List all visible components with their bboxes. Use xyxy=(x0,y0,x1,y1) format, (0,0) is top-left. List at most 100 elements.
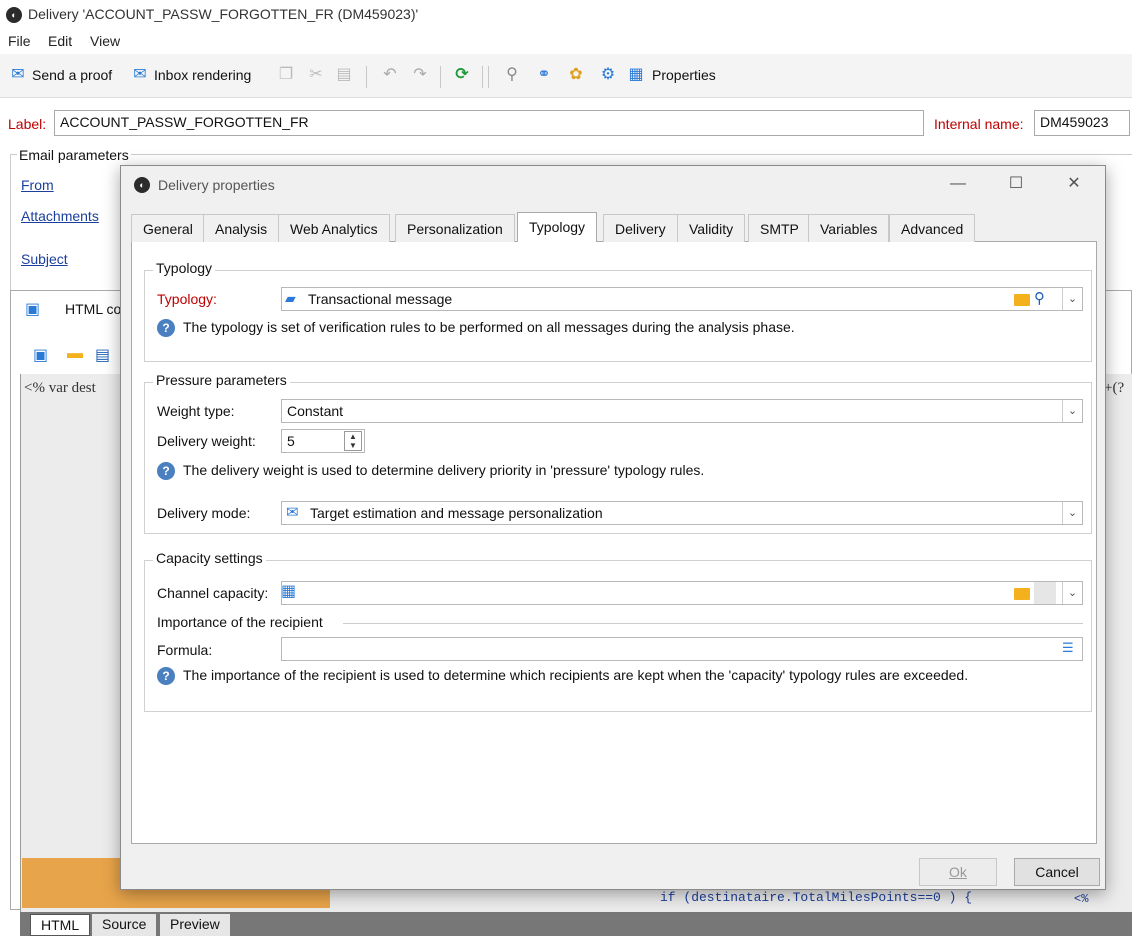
dialog-logo-icon: ◐ xyxy=(134,177,150,193)
close-icon[interactable]: ✕ xyxy=(1059,172,1089,196)
cancel-button[interactable]: Cancel xyxy=(1014,858,1100,886)
tracking-icon[interactable]: ⚙ xyxy=(598,65,618,85)
weight-type-select[interactable]: Constant ⌄ xyxy=(281,399,1083,423)
toolbar-separator xyxy=(488,66,489,88)
pressure-parameters-legend: Pressure parameters xyxy=(153,372,290,388)
tab-web-analytics[interactable]: Web Analytics xyxy=(278,214,390,242)
toolbar: ✉ Send a proof ✉ Inbox rendering ❐ ✂ ▤ ↶… xyxy=(0,54,1132,98)
menu-edit[interactable]: Edit xyxy=(48,33,72,49)
dialog-tab-bar: General Analysis Web Analytics Personali… xyxy=(131,212,1097,243)
refresh-icon[interactable]: ⟳ xyxy=(452,65,472,85)
chevron-down-icon[interactable]: ⌄ xyxy=(1062,582,1082,604)
help-icon: ? xyxy=(157,462,175,480)
delivery-weight-value: 5 xyxy=(287,433,295,449)
divider xyxy=(343,623,1083,624)
toolbar-separator xyxy=(366,66,367,88)
internal-name-caption: Internal name: xyxy=(934,116,1024,132)
weight-type-value: Constant xyxy=(287,403,344,419)
expression-editor-icon[interactable]: ☰ xyxy=(1062,640,1074,656)
tab-variables[interactable]: Variables xyxy=(808,214,890,242)
new-icon[interactable]: ▣ xyxy=(33,345,48,365)
main-title-bar: ◐ Delivery 'ACCOUNT_PASSW_FORGOTTEN_FR (… xyxy=(0,0,1132,30)
tab-typology[interactable]: Typology xyxy=(517,212,598,243)
html-content-icon: ▣ xyxy=(25,301,41,318)
redo-icon[interactable]: ↷ xyxy=(410,65,430,85)
chevron-down-icon[interactable]: ⌄ xyxy=(1062,400,1082,422)
importance-legend: Importance of the recipient xyxy=(157,614,323,630)
formula-help-text: The importance of the recipient is used … xyxy=(183,667,969,683)
search-icon[interactable]: ⚲ xyxy=(1034,289,1045,307)
envelope-icon: ✉ xyxy=(286,504,299,521)
folder-icon[interactable] xyxy=(1014,294,1030,306)
subject-link[interactable]: Subject xyxy=(21,251,68,267)
formula-label: Formula: xyxy=(157,642,213,658)
delivery-mode-select[interactable]: ✉ Target estimation and message personal… xyxy=(281,501,1083,525)
undo-icon[interactable]: ↶ xyxy=(380,65,400,85)
spinner-arrows-icon[interactable]: ▲ ▼ xyxy=(344,431,362,451)
window-title: Delivery 'ACCOUNT_PASSW_FORGOTTEN_FR (DM… xyxy=(28,6,419,22)
tab-source[interactable]: Source xyxy=(92,914,157,936)
folder-icon[interactable] xyxy=(1014,588,1030,600)
delivery-mode-label: Delivery mode: xyxy=(157,505,251,521)
help-icon: ? xyxy=(157,319,175,337)
maximize-icon[interactable]: ☐ xyxy=(1001,172,1031,196)
tab-smtp[interactable]: SMTP xyxy=(748,214,811,242)
ok-button[interactable]: Ok xyxy=(919,858,997,886)
typology-legend: Typology xyxy=(153,260,216,276)
from-link[interactable]: From xyxy=(21,177,54,193)
bottom-tab-bar: HTML Source Preview xyxy=(20,912,1132,936)
link-icon[interactable]: ⚭ xyxy=(534,65,554,85)
channel-capacity-select[interactable]: ⌄ xyxy=(281,581,1083,605)
typology-help-text: The typology is set of verification rule… xyxy=(183,319,795,335)
code-text: <% var dest xyxy=(24,380,96,396)
minimize-icon[interactable]: — xyxy=(943,172,973,196)
delivery-weight-stepper[interactable]: 5 ▲ ▼ xyxy=(281,429,365,453)
tab-analysis[interactable]: Analysis xyxy=(203,214,280,242)
chevron-down-icon[interactable]: ⌄ xyxy=(1062,288,1082,310)
label-input[interactable]: ACCOUNT_PASSW_FORGOTTEN_FR xyxy=(54,110,924,136)
tab-personalization[interactable]: Personalization xyxy=(395,214,515,242)
code-text-right: +(? xyxy=(1104,380,1125,396)
formula-input[interactable]: ☰ xyxy=(281,637,1083,661)
attachments-link[interactable]: Attachments xyxy=(21,208,99,224)
tab-general[interactable]: General xyxy=(131,214,205,242)
label-row: Label: ACCOUNT_PASSW_FORGOTTEN_FR Intern… xyxy=(0,106,1132,142)
weight-type-label: Weight type: xyxy=(157,403,235,419)
delivery-weight-help-text: The delivery weight is used to determine… xyxy=(183,462,705,478)
tab-preview[interactable]: Preview xyxy=(160,914,230,936)
toolbar-separator xyxy=(482,66,483,88)
chevron-down-icon[interactable]: ⌄ xyxy=(1062,502,1082,524)
channel-capacity-label: Channel capacity: xyxy=(157,585,269,601)
tab-delivery[interactable]: Delivery xyxy=(603,214,678,242)
paste-icon[interactable]: ▤ xyxy=(334,65,354,85)
internal-name-input[interactable]: DM459023 xyxy=(1034,110,1130,136)
inbox-rendering-button[interactable]: Inbox rendering xyxy=(154,67,251,83)
tab-validity[interactable]: Validity xyxy=(677,214,746,242)
typology-label: Typology: xyxy=(157,291,217,307)
typology-select[interactable]: ▰ Transactional message ⚲ ⌄ xyxy=(281,287,1083,311)
properties-button[interactable]: Properties xyxy=(652,67,716,83)
pressure-parameters-group: Pressure parameters Weight type: Constan… xyxy=(144,372,1092,534)
typology-tab-content: Typology Typology: ▰ Transactional messa… xyxy=(131,242,1097,844)
tab-html[interactable]: HTML xyxy=(30,914,91,936)
code-line-right: <% xyxy=(1074,892,1089,906)
menu-bar: File Edit View xyxy=(0,30,1132,52)
menu-view[interactable]: View xyxy=(90,33,120,49)
copy-icon[interactable]: ❐ xyxy=(276,65,296,85)
gift-icon[interactable]: ✿ xyxy=(566,65,586,85)
html-content-title: HTML co xyxy=(65,301,122,317)
toolbar-separator xyxy=(440,66,441,88)
send-proof-icon: ✉ xyxy=(11,66,25,83)
delivery-mode-value: Target estimation and message personaliz… xyxy=(310,505,603,521)
save-icon[interactable]: ▤ xyxy=(95,345,110,365)
delivery-weight-label: Delivery weight: xyxy=(157,433,256,449)
folder-icon[interactable]: ▬ xyxy=(67,345,83,363)
menu-file[interactable]: File xyxy=(8,33,31,49)
cut-icon[interactable]: ✂ xyxy=(306,65,326,85)
attachment-icon[interactable]: ⚲ xyxy=(502,65,522,85)
send-proof-button[interactable]: Send a proof xyxy=(32,67,112,83)
typology-group: Typology Typology: ▰ Transactional messa… xyxy=(144,260,1092,362)
app-logo-icon: ◐ xyxy=(6,7,22,23)
email-parameters-legend: Email parameters xyxy=(17,147,131,163)
tab-advanced[interactable]: Advanced xyxy=(889,214,976,242)
